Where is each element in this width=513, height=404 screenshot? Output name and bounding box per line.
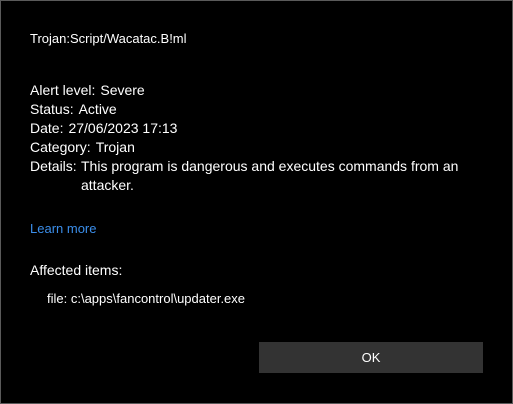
alert-level-label: Alert level: (30, 82, 96, 98)
affected-items-heading: Affected items: (30, 262, 123, 278)
ok-button[interactable]: OK (259, 342, 483, 373)
alert-level-row: Alert level: Severe (30, 81, 490, 100)
status-label: Status: (30, 101, 74, 117)
category-row: Category: Trojan (30, 138, 490, 157)
date-row: Date: 27/06/2023 17:13 (30, 119, 490, 138)
alert-level-value: Severe (100, 82, 145, 98)
learn-more-link[interactable]: Learn more (30, 221, 96, 237)
date-label: Date: (30, 120, 64, 136)
date-value: 27/06/2023 17:13 (68, 120, 178, 136)
threat-details-dialog: Trojan:Script/Wacatac.B!ml Alert level: … (0, 0, 513, 404)
affected-item: file: c:\apps\fancontrol\updater.exe (47, 291, 246, 306)
details-row: Details: This program is dangerous and e… (30, 157, 490, 195)
details-value: This program is dangerous and executes c… (81, 158, 459, 193)
category-label: Category: (30, 139, 91, 155)
category-value: Trojan (95, 139, 135, 155)
status-row: Status: Active (30, 100, 490, 119)
threat-details: Alert level: Severe Status: Active Date:… (30, 81, 490, 195)
status-value: Active (78, 101, 117, 117)
details-label: Details: (30, 158, 77, 174)
threat-name: Trojan:Script/Wacatac.B!ml (30, 31, 187, 46)
ok-button-label: OK (361, 350, 381, 365)
